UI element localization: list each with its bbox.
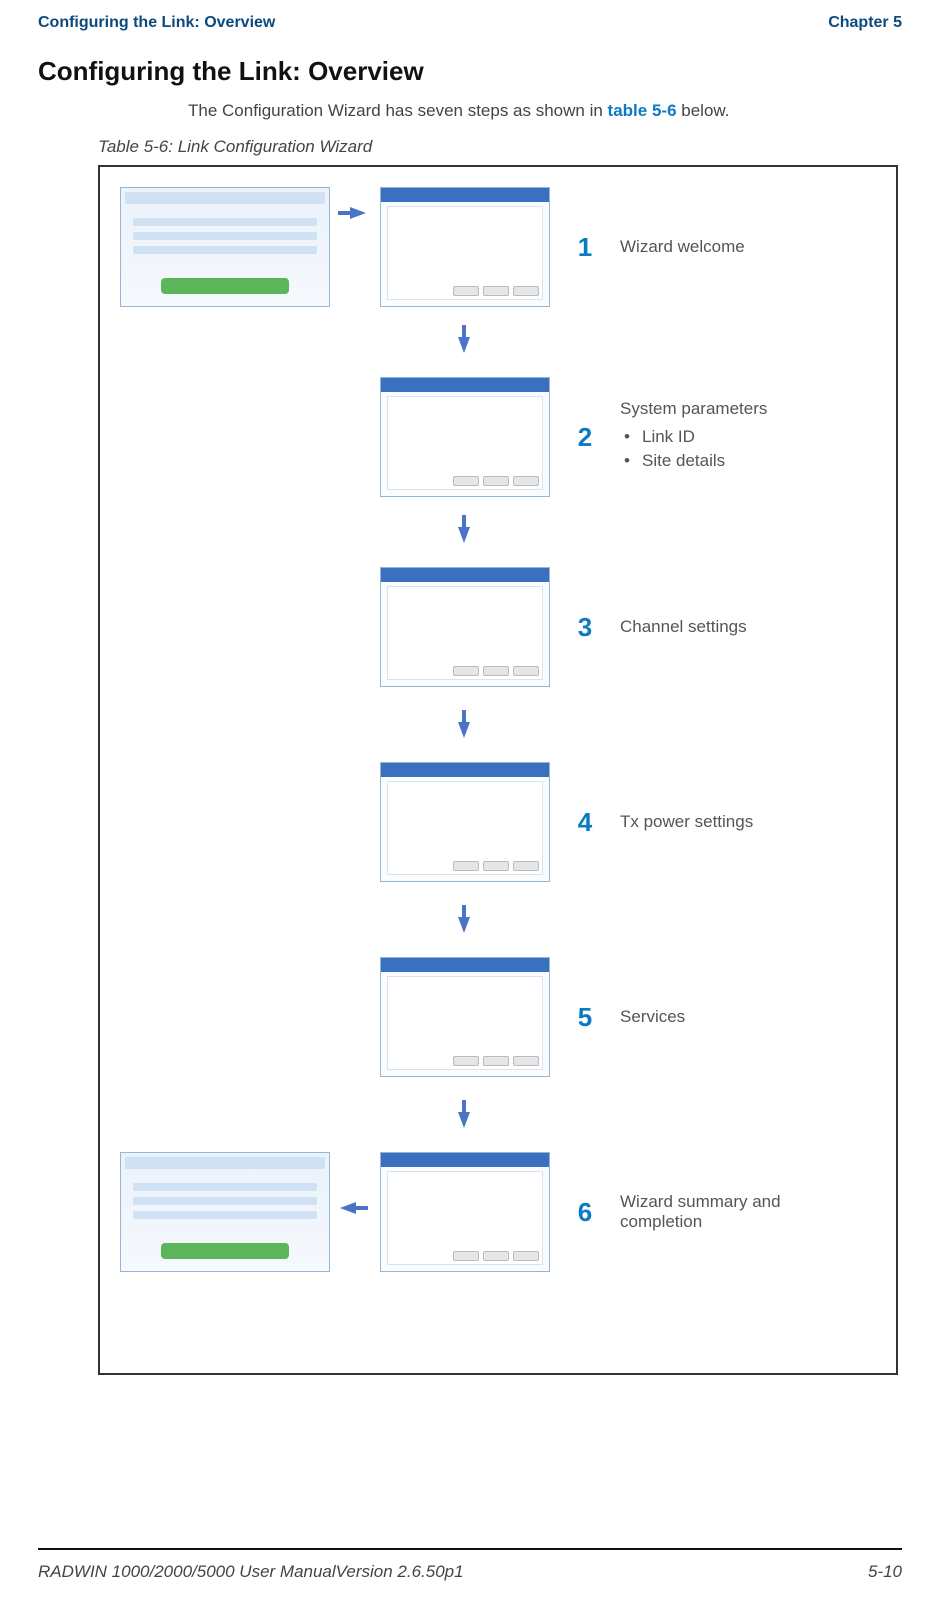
step-number: 3 bbox=[570, 612, 600, 643]
step-number: 1 bbox=[570, 232, 600, 263]
step-label: Wizard welcome bbox=[620, 237, 745, 257]
intro-pre: The Configuration Wizard has seven steps… bbox=[188, 101, 608, 120]
arrow-down-icon bbox=[458, 1112, 470, 1128]
arrow-down-icon bbox=[458, 337, 470, 353]
step-label: Wizard summary and completion bbox=[620, 1192, 840, 1232]
section-title: Configuring the Link: Overview bbox=[38, 56, 902, 87]
arrow-left-icon bbox=[340, 1202, 356, 1214]
main-app-screenshot bbox=[120, 1152, 330, 1272]
wizard-step-thumbnail bbox=[380, 957, 550, 1077]
step-label: Services bbox=[620, 1007, 685, 1027]
intro-paragraph: The Configuration Wizard has seven steps… bbox=[188, 101, 902, 121]
intro-post: below. bbox=[677, 101, 730, 120]
footer-left: RADWIN 1000/2000/5000 User ManualVersion… bbox=[38, 1562, 464, 1582]
step-label-text: System parameters bbox=[620, 399, 767, 418]
chapter-head: Chapter 5 bbox=[828, 14, 902, 32]
step-label: System parameters Link ID Site details bbox=[620, 399, 767, 475]
arrow-down-icon bbox=[458, 527, 470, 543]
step-number: 5 bbox=[570, 1002, 600, 1033]
step-number: 2 bbox=[570, 422, 600, 453]
table-caption: Table 5-6: Link Configuration Wizard bbox=[98, 137, 902, 157]
wizard-step-thumbnail bbox=[380, 187, 550, 307]
wizard-step-thumbnail bbox=[380, 567, 550, 687]
arrow-down-icon bbox=[458, 917, 470, 933]
step-bullet: Link ID bbox=[620, 427, 767, 447]
running-head: Configuring the Link: Overview bbox=[38, 14, 275, 32]
arrow-down-icon bbox=[458, 722, 470, 738]
footer-page-number: 5-10 bbox=[868, 1562, 902, 1582]
main-app-screenshot bbox=[120, 187, 330, 307]
wizard-step-thumbnail bbox=[380, 377, 550, 497]
arrow-right-icon bbox=[350, 207, 366, 219]
step-number: 6 bbox=[570, 1197, 600, 1228]
table-ref-link[interactable]: table 5-6 bbox=[608, 101, 677, 120]
footer-rule bbox=[38, 1548, 902, 1550]
wizard-step-thumbnail bbox=[380, 1152, 550, 1272]
step-label: Channel settings bbox=[620, 617, 747, 637]
wizard-diagram: 1 Wizard welcome 2 System parameters Lin… bbox=[98, 165, 898, 1375]
step-number: 4 bbox=[570, 807, 600, 838]
wizard-step-thumbnail bbox=[380, 762, 550, 882]
step-bullet: Site details bbox=[620, 451, 767, 471]
step-label: Tx power settings bbox=[620, 812, 753, 832]
